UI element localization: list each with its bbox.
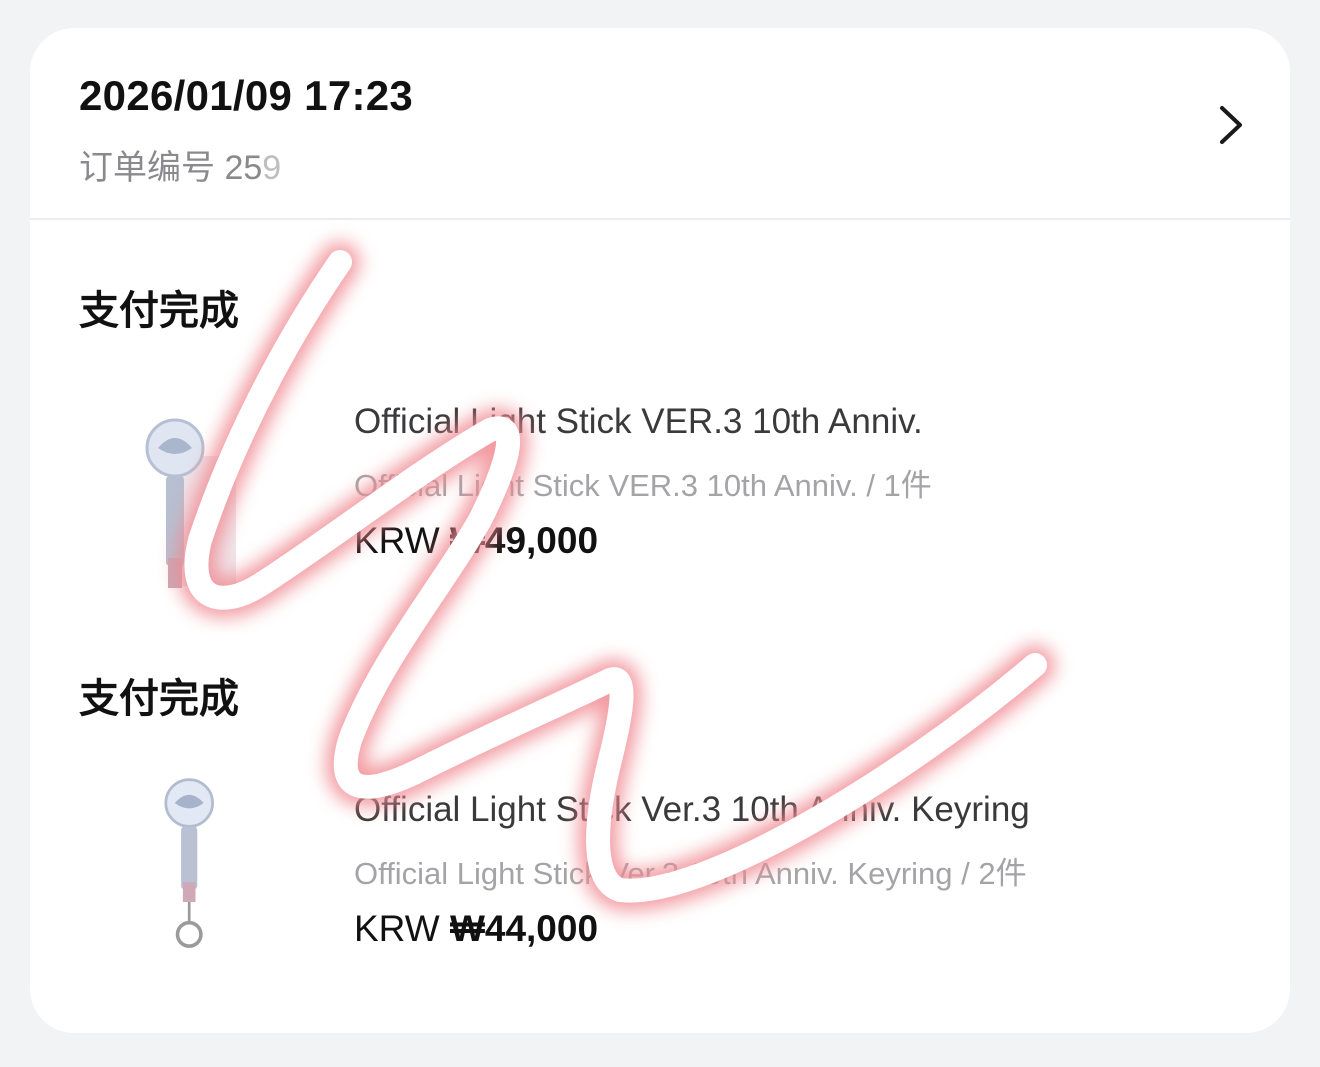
- price-amount: ₩44,000: [449, 908, 599, 949]
- price-currency: KRW: [354, 908, 440, 949]
- order-header[interactable]: 2026/01/09 17:23 订单编号 259: [30, 28, 1290, 220]
- chevron-right-icon[interactable]: [1210, 100, 1250, 150]
- item-status: 支付完成: [79, 677, 239, 721]
- item-subtitle: Official Light Stick VER.3 10th Anniv. /…: [354, 468, 932, 503]
- price-amount: ₩49,000: [449, 520, 599, 561]
- item-title: Official Light Stick Ver.3 10th Anniv. K…: [354, 790, 1030, 829]
- order-number-cut: 9: [262, 149, 282, 187]
- item-price: KRW ₩49,000: [354, 520, 598, 562]
- order-item[interactable]: Official Light Stick Ver.3 10th Anniv. K…: [30, 756, 1290, 956]
- order-datetime: 2026/01/09 17:23: [79, 72, 414, 119]
- item-title: Official Light Stick VER.3 10th Anniv.: [354, 402, 923, 441]
- light-stick-thumbnail: [145, 418, 236, 588]
- order-card: 2026/01/09 17:23 订单编号 259 支付完成 Official …: [30, 28, 1290, 1033]
- item-price: KRW ₩44,000: [354, 908, 598, 950]
- order-number: 订单编号 259: [79, 140, 281, 189]
- price-currency: KRW: [354, 520, 440, 561]
- item-status: 支付完成: [79, 289, 239, 333]
- order-number-label: 订单编号: [79, 149, 215, 187]
- order-number-value: 25: [224, 149, 263, 187]
- light-stick-keyring-thumbnail: [164, 778, 214, 948]
- order-item[interactable]: Official Light Stick VER.3 10th Anniv. O…: [30, 368, 1290, 588]
- item-subtitle: Official Light Stick Ver.3 10th Anniv. K…: [354, 856, 1027, 891]
